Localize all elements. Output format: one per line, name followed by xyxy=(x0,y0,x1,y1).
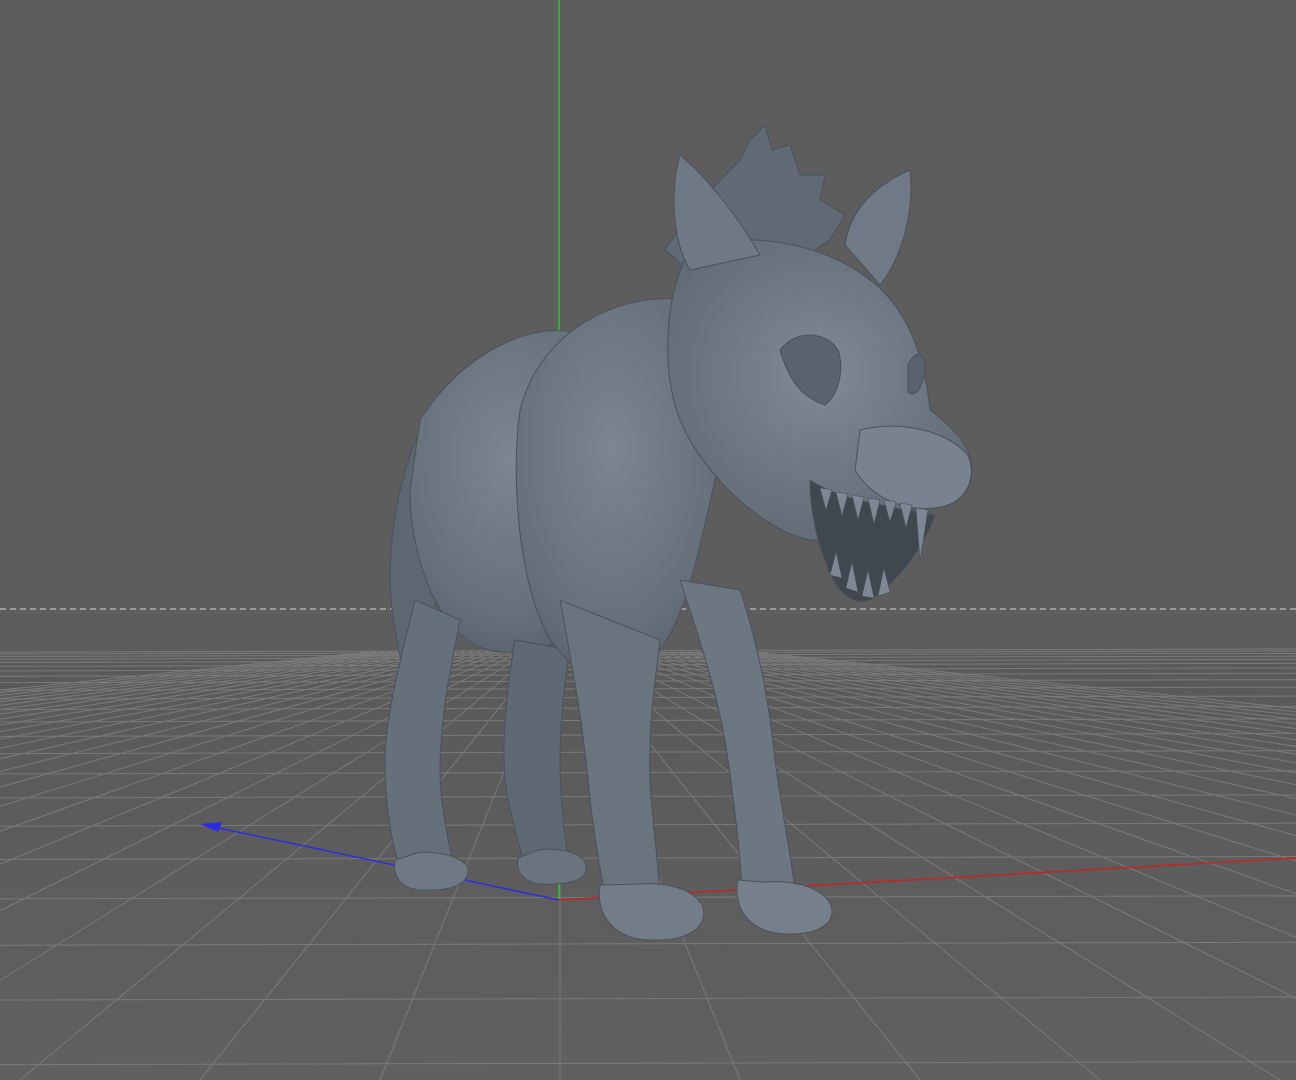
viewport-canvas[interactable] xyxy=(0,0,1296,1080)
wolf-back-paw-right xyxy=(517,848,587,885)
3d-viewport[interactable] xyxy=(0,0,1296,1080)
